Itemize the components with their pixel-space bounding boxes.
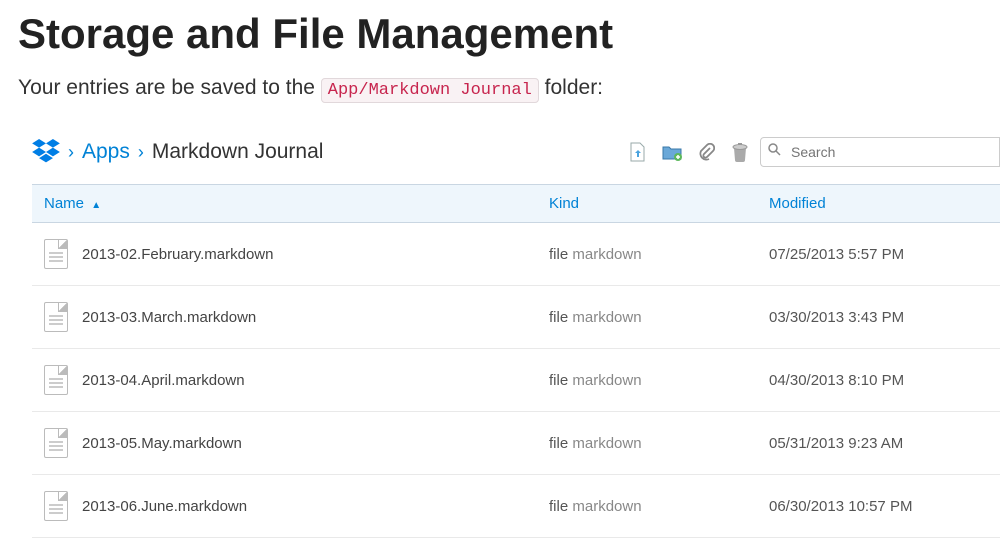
intro-pre: Your entries are be saved to the [18,76,321,99]
file-browser: › Apps › Markdown Journal [32,130,1000,538]
file-icon [44,302,68,332]
breadcrumb: › Apps › Markdown Journal [32,139,628,165]
file-name: 2013-05.May.markdown [82,435,242,452]
file-name: 2013-03.March.markdown [82,309,256,326]
file-name: 2013-04.April.markdown [82,372,245,389]
file-kind-2: markdown [572,372,641,389]
toolbar [628,142,760,162]
file-item[interactable]: 2013-04.April.markdown [44,365,525,395]
file-item[interactable]: 2013-03.March.markdown [44,302,525,332]
col-name-label: Name [44,195,84,212]
file-item[interactable]: 2013-05.May.markdown [44,428,525,458]
file-kind-1: file [549,246,568,263]
file-kind-1: file [549,498,568,515]
folder-path-code: App/Markdown Journal [321,78,539,103]
table-row[interactable]: 2013-06.June.markdown file markdown 06/30/… [32,475,1000,538]
search-input[interactable] [760,137,1000,167]
upload-file-icon[interactable] [628,142,648,162]
file-kind-2: markdown [572,309,641,326]
file-kind-1: file [549,309,568,326]
attachment-icon[interactable] [696,142,716,162]
file-icon [44,365,68,395]
file-kind-2: markdown [572,498,641,515]
intro-text: Your entries are be saved to the App/Mar… [18,76,1000,100]
file-icon [44,491,68,521]
chevron-right-icon: › [68,142,74,163]
file-name: 2013-02.February.markdown [82,246,273,263]
file-table: Name ▲ Kind Modified 2013-02.February.ma… [32,184,1000,538]
table-row[interactable]: 2013-04.April.markdown file markdown 04/30… [32,349,1000,412]
file-kind-1: file [549,372,568,389]
top-row: › Apps › Markdown Journal [32,130,1000,174]
file-name: 2013-06.June.markdown [82,498,247,515]
file-icon [44,239,68,269]
file-modified: 05/31/2013 9:23 AM [757,412,1000,475]
new-folder-icon[interactable] [662,142,682,162]
file-icon [44,428,68,458]
search-icon [768,143,781,161]
column-header-kind[interactable]: Kind [537,185,757,223]
file-kind-1: file [549,435,568,452]
column-header-name[interactable]: Name ▲ [32,185,537,223]
breadcrumb-current: Markdown Journal [152,140,324,164]
file-kind-2: markdown [572,435,641,452]
breadcrumb-link-apps[interactable]: Apps [82,140,130,164]
table-row[interactable]: 2013-02.February.markdown file markdown 07… [32,223,1000,286]
chevron-right-icon: › [138,142,144,163]
search-input-wrap [760,137,1000,167]
file-modified: 04/30/2013 8:10 PM [757,349,1000,412]
file-item[interactable]: 2013-06.June.markdown [44,491,525,521]
table-row[interactable]: 2013-03.March.markdown file markdown 03/30… [32,286,1000,349]
trash-icon[interactable] [730,142,750,162]
file-modified: 03/30/2013 3:43 PM [757,286,1000,349]
file-modified: 06/30/2013 10:57 PM [757,475,1000,538]
page-title: Storage and File Management [18,10,1000,58]
sort-asc-icon: ▲ [91,200,101,211]
file-item[interactable]: 2013-02.February.markdown [44,239,525,269]
intro-post: folder: [545,76,603,99]
file-kind-2: markdown [572,246,641,263]
column-header-modified[interactable]: Modified [757,185,1000,223]
file-modified: 07/25/2013 5:57 PM [757,223,1000,286]
table-row[interactable]: 2013-05.May.markdown file markdown 05/31/2… [32,412,1000,475]
dropbox-icon[interactable] [32,139,60,165]
